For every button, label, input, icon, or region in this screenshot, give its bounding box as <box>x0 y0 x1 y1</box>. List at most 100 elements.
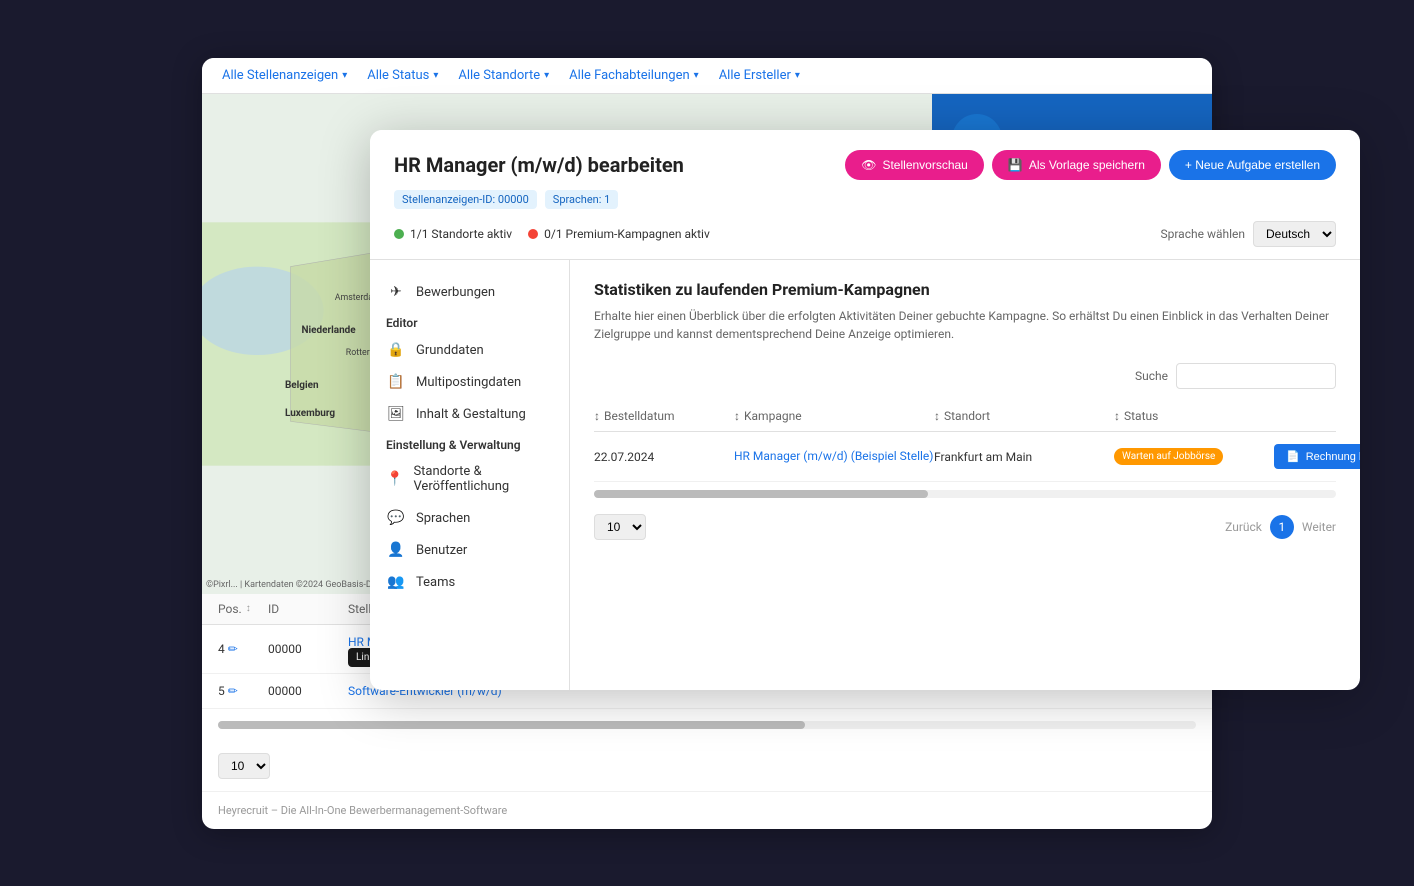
sort-arrow-icon: ↕ <box>1114 409 1120 423</box>
current-page: 1 <box>1270 515 1294 539</box>
paper-plane-icon: ✈ <box>386 284 406 300</box>
next-label: Weiter <box>1302 520 1336 534</box>
stats-description: Erhalte hier einen Überblick über die er… <box>594 307 1336 343</box>
per-page-select[interactable]: 10 25 50 <box>218 753 270 779</box>
sidebar-item-teams[interactable]: 👥 Teams <box>370 566 569 598</box>
pagination-row: 10 25 50 <box>202 741 1212 791</box>
chevron-down-icon: ▾ <box>694 70 699 81</box>
green-dot-icon <box>394 229 404 239</box>
image-icon: 🖼 <box>386 406 406 422</box>
locations-status: 1/1 Standorte aktiv <box>394 227 512 241</box>
sort-arrow-icon: ↕ <box>594 409 600 423</box>
col-order-date[interactable]: ↕ Bestelldatum <box>594 409 734 423</box>
download-invoice-button[interactable]: 📄 Rechnung herunterladen <box>1274 444 1360 469</box>
svg-text:Niederlande: Niederlande <box>302 324 357 335</box>
search-wrapper: Suche <box>1135 363 1336 389</box>
new-task-button[interactable]: + Neue Aufgabe erstellen <box>1169 150 1336 180</box>
overlay-title-row: HR Manager (m/w/d) bearbeiten 👁 Stellenv… <box>394 150 1336 180</box>
stats-title: Statistiken zu laufenden Premium-Kampagn… <box>594 280 1336 299</box>
campaign-name: HR Manager (m/w/d) (Beispiel Stelle) <box>734 449 934 465</box>
sidebar-item-inhalt[interactable]: 🖼 Inhalt & Gestaltung <box>370 398 569 430</box>
campaigns-table-header: ↕ Bestelldatum ↕ Kampagne ↕ Standort ↕ S… <box>594 401 1336 432</box>
campaign-location: Frankfurt am Main <box>934 450 1114 464</box>
sidebar-item-applications[interactable]: ✈ Bewerbungen <box>370 276 569 308</box>
language-select[interactable]: Deutsch English <box>1253 221 1336 247</box>
nav-all-creators[interactable]: Alle Ersteller ▾ <box>719 68 800 83</box>
language-selector: Sprache wählen Deutsch English <box>1160 221 1336 247</box>
svg-text:Luxemburg: Luxemburg <box>285 407 335 418</box>
sort-arrow-icon: ↕ <box>934 409 940 423</box>
overlay-header: HR Manager (m/w/d) bearbeiten 👁 Stellenv… <box>370 130 1360 260</box>
row-pos: 4 ✏ <box>218 642 268 656</box>
search-row: Suche <box>594 363 1336 389</box>
list-icon: 📋 <box>386 374 406 390</box>
back-label: Zurück <box>1225 520 1262 534</box>
nav-all-status[interactable]: Alle Status ▾ <box>367 68 438 83</box>
col-pos[interactable]: Pos. ↕ <box>218 602 268 616</box>
nav-all-locations[interactable]: Alle Standorte ▾ <box>458 68 549 83</box>
sidebar: ✈ Bewerbungen Editor 🔒 Grunddaten 📋 Mult… <box>370 260 570 690</box>
overlay-body: ✈ Bewerbungen Editor 🔒 Grunddaten 📋 Mult… <box>370 260 1360 690</box>
badge-row: Stellenanzeigen-ID: 00000 Sprachen: 1 <box>394 190 1336 209</box>
sidebar-item-sprachen[interactable]: 💬 Sprachen <box>370 502 569 534</box>
col-id: ID <box>268 602 348 616</box>
sidebar-item-grunddaten[interactable]: 🔒 Grunddaten <box>370 334 569 366</box>
order-date: 22.07.2024 <box>594 450 734 464</box>
footer: Heyrecruit – Die All-In-One Bewerbermana… <box>202 791 1212 829</box>
sidebar-item-multiposting[interactable]: 📋 Multipostingdaten <box>370 366 569 398</box>
table-scrollbar[interactable] <box>218 721 1196 729</box>
location-icon: 📍 <box>386 471 403 487</box>
sort-arrow-icon: ↕ <box>734 409 740 423</box>
col-standort[interactable]: ↕ Standort <box>934 409 1114 423</box>
search-input[interactable] <box>1176 363 1336 389</box>
user-icon: 👤 <box>386 542 406 558</box>
campaign-status: Warten auf Jobbörse <box>1114 448 1274 465</box>
per-page-select[interactable]: 10 25 50 <box>594 514 646 540</box>
download-icon: 📄 <box>1286 450 1300 463</box>
campaign-link[interactable]: HR Manager (m/w/d) (Beispiel Stelle) <box>734 449 933 463</box>
overlay-title: HR Manager (m/w/d) bearbeiten <box>394 153 684 177</box>
red-dot-icon <box>528 229 538 239</box>
edit-icon[interactable]: ✏ <box>228 642 238 656</box>
nav-all-departments[interactable]: Alle Fachabteilungen ▾ <box>569 68 699 83</box>
campaigns-status: 0/1 Premium-Kampagnen aktiv <box>528 227 710 241</box>
search-label: Suche <box>1135 369 1168 383</box>
save-icon: 💾 <box>1008 158 1023 172</box>
sidebar-settings-label: Einstellung & Verwaltung <box>370 430 569 456</box>
lock-icon: 🔒 <box>386 342 406 358</box>
save-template-button[interactable]: 💾 Als Vorlage speichern <box>992 150 1161 180</box>
language-badge: Sprachen: 1 <box>545 190 619 209</box>
overlay-actions: 👁 Stellenvorschau 💾 Als Vorlage speicher… <box>845 150 1336 180</box>
preview-button[interactable]: 👁 Stellenvorschau <box>845 150 984 180</box>
row-id: 00000 <box>268 684 348 698</box>
chevron-down-icon: ▾ <box>433 70 438 81</box>
row-pos: 5 ✏ <box>218 684 268 698</box>
per-page-row: 10 25 50 <box>594 514 646 540</box>
job-id-badge: Stellenanzeigen-ID: 00000 <box>394 190 537 209</box>
svg-text:Belgien: Belgien <box>285 380 319 391</box>
pagination-nav: Zurück 1 Weiter <box>1225 515 1336 539</box>
sidebar-item-benutzer[interactable]: 👤 Benutzer <box>370 534 569 566</box>
campaigns-scrollbar[interactable] <box>594 490 1336 498</box>
sidebar-editor-label: Editor <box>370 308 569 334</box>
chat-icon: 💬 <box>386 510 406 526</box>
col-action-header <box>1274 409 1360 423</box>
sidebar-item-standorte[interactable]: 📍 Standorte & Veröffentlichung <box>370 456 569 502</box>
nav-all-jobs[interactable]: Alle Stellenanzeigen ▾ <box>222 68 347 83</box>
row-id: 00000 <box>268 642 348 656</box>
edit-icon[interactable]: ✏ <box>228 684 238 698</box>
chevron-down-icon: ▾ <box>544 70 549 81</box>
eye-icon: 👁 <box>861 158 876 172</box>
sort-icon: ↕ <box>246 603 251 614</box>
status-badge: Warten auf Jobbörse <box>1114 448 1223 465</box>
chevron-down-icon: ▾ <box>342 70 347 81</box>
chevron-down-icon: ▾ <box>795 70 800 81</box>
top-nav: Alle Stellenanzeigen ▾ Alle Status ▾ All… <box>202 58 1212 94</box>
overlay-main: Statistiken zu laufenden Premium-Kampagn… <box>570 260 1360 690</box>
table-footer: 10 25 50 Zurück 1 Weiter <box>594 506 1336 540</box>
team-icon: 👥 <box>386 574 406 590</box>
col-status-header[interactable]: ↕ Status <box>1114 409 1274 423</box>
campaign-action: 📄 Rechnung herunterladen <box>1274 444 1360 469</box>
col-campaign[interactable]: ↕ Kampagne <box>734 409 934 423</box>
status-row: 1/1 Standorte aktiv 0/1 Premium-Kampagne… <box>394 221 1336 259</box>
